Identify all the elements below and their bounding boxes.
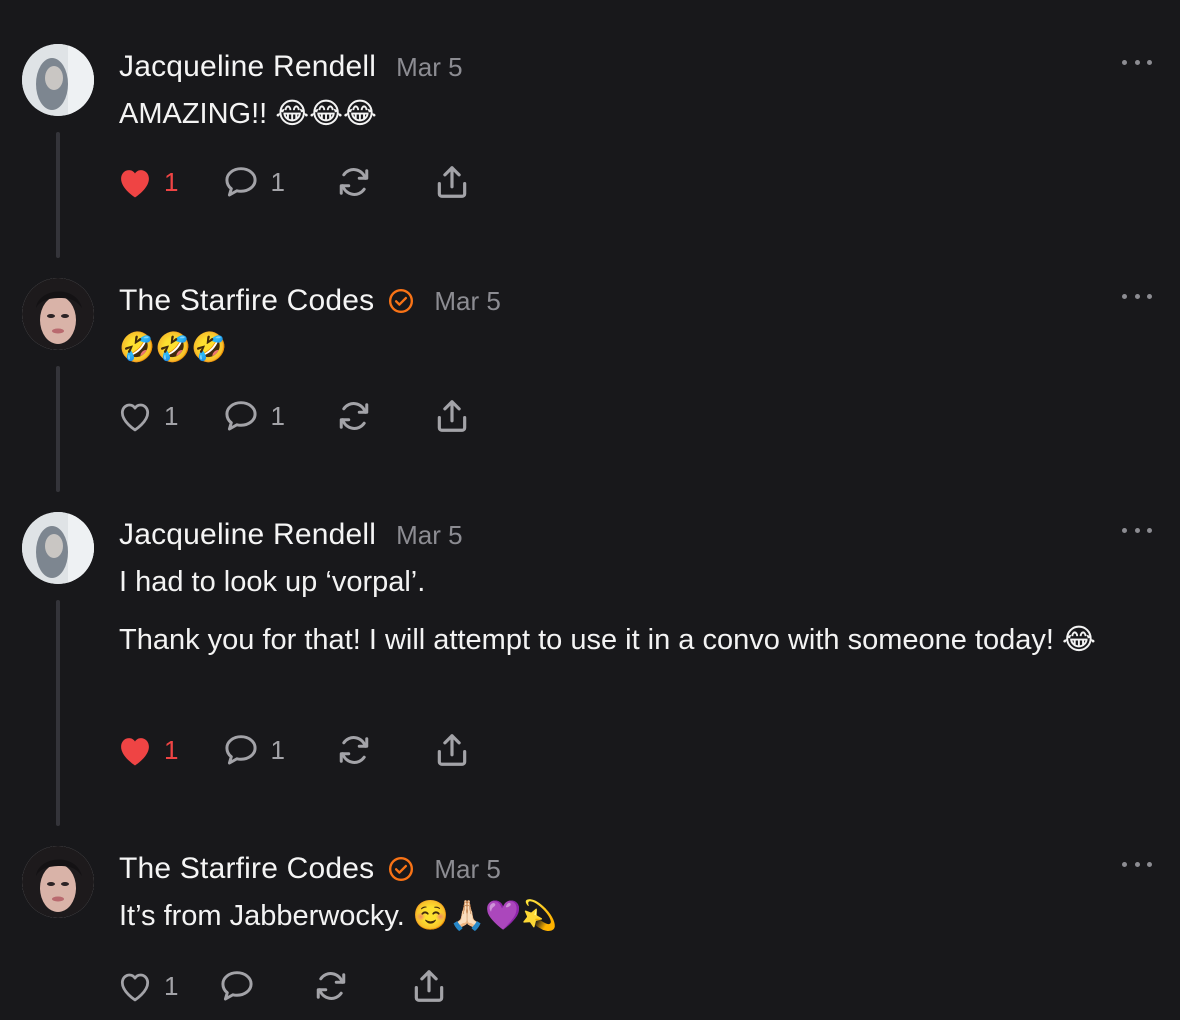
heart-icon [116, 165, 154, 199]
reply-count: 1 [270, 734, 285, 765]
reply-button[interactable]: 1 [222, 732, 285, 768]
like-count: 1 [164, 166, 179, 197]
repost-icon [335, 398, 373, 434]
author-name[interactable]: Jacqueline Rendell [119, 50, 376, 84]
repost-icon [335, 732, 373, 768]
thread-connector [56, 366, 60, 492]
reply-count: 1 [270, 166, 285, 197]
post-date: Mar 5 [434, 853, 501, 884]
share-button[interactable] [433, 163, 471, 201]
reply-count: 1 [270, 400, 285, 431]
more-dots-icon[interactable] [1122, 520, 1152, 540]
thread-connector [56, 600, 60, 826]
share-icon [433, 731, 471, 769]
comment-bubble-icon [222, 732, 260, 768]
like-count: 1 [164, 400, 179, 431]
post-actions: 1 1 [116, 160, 471, 204]
post-text: I had to look up ‘vorpal’. [119, 566, 426, 598]
post-text: AMAZING!! 😂😂😂 [119, 98, 377, 130]
like-button[interactable]: 1 [116, 733, 178, 767]
author-name[interactable]: Jacqueline Rendell [119, 518, 376, 552]
like-button[interactable]: 1 [116, 969, 178, 1003]
avatar[interactable] [22, 44, 94, 116]
heart-icon [116, 733, 154, 767]
repost-button[interactable] [335, 398, 373, 434]
verified-check-icon [388, 288, 414, 314]
post-text: 🤣🤣🤣 [119, 332, 228, 364]
reply-button[interactable]: 1 [222, 398, 285, 434]
share-icon [410, 967, 448, 1005]
like-button[interactable]: 1 [116, 399, 178, 433]
author-name[interactable]: The Starfire Codes [119, 852, 374, 886]
post-text: Thank you for that! I will attempt to us… [119, 624, 1096, 656]
heart-icon [116, 969, 154, 1003]
more-dots-icon[interactable] [1122, 854, 1152, 874]
heart-icon [116, 399, 154, 433]
author-name[interactable]: The Starfire Codes [119, 284, 374, 318]
post-date: Mar 5 [434, 285, 501, 316]
like-count: 1 [164, 970, 179, 1001]
comment-bubble-icon [218, 968, 256, 1004]
post-body: AMAZING!! 😂😂😂 [119, 94, 1149, 135]
comment-thread: Jacqueline Rendell Mar 5 AMAZING!! 😂😂😂 1… [0, 0, 1180, 1020]
post-actions: 1 1 [116, 394, 471, 438]
share-icon [433, 163, 471, 201]
post-actions: 1 [116, 964, 448, 1008]
post-header: Jacqueline Rendell Mar 5 [119, 514, 463, 556]
post-date: Mar 5 [396, 519, 463, 550]
post-body: It’s from Jabberwocky. ☺️🙏🏻💜💫 [119, 896, 1149, 937]
post-date: Mar 5 [396, 51, 463, 82]
comment-bubble-icon [222, 398, 260, 434]
repost-button[interactable] [312, 968, 350, 1004]
share-button[interactable] [433, 397, 471, 435]
more-dots-icon[interactable] [1122, 286, 1152, 306]
share-button[interactable] [410, 967, 448, 1005]
repost-icon [335, 164, 373, 200]
comment-bubble-icon [222, 164, 260, 200]
like-count: 1 [164, 734, 179, 765]
like-button[interactable]: 1 [116, 165, 178, 199]
share-icon [433, 397, 471, 435]
post-header: Jacqueline Rendell Mar 5 [119, 46, 463, 88]
post-body: I had to look up ‘vorpal’. Thank you for… [119, 562, 1149, 661]
reply-button[interactable]: 1 [222, 164, 285, 200]
repost-button[interactable] [335, 732, 373, 768]
post-body: 🤣🤣🤣 [119, 328, 1149, 369]
post-text: It’s from Jabberwocky. ☺️🙏🏻💜💫 [119, 900, 558, 932]
repost-button[interactable] [335, 164, 373, 200]
verified-check-icon [388, 856, 414, 882]
post-header: The Starfire Codes Mar 5 [119, 280, 501, 322]
thread-connector [56, 132, 60, 258]
repost-icon [312, 968, 350, 1004]
avatar[interactable] [22, 278, 94, 350]
post-actions: 1 1 [116, 728, 471, 772]
avatar[interactable] [22, 512, 94, 584]
share-button[interactable] [433, 731, 471, 769]
reply-button[interactable] [218, 968, 256, 1004]
avatar[interactable] [22, 846, 94, 918]
more-dots-icon[interactable] [1122, 52, 1152, 72]
post-header: The Starfire Codes Mar 5 [119, 848, 501, 890]
